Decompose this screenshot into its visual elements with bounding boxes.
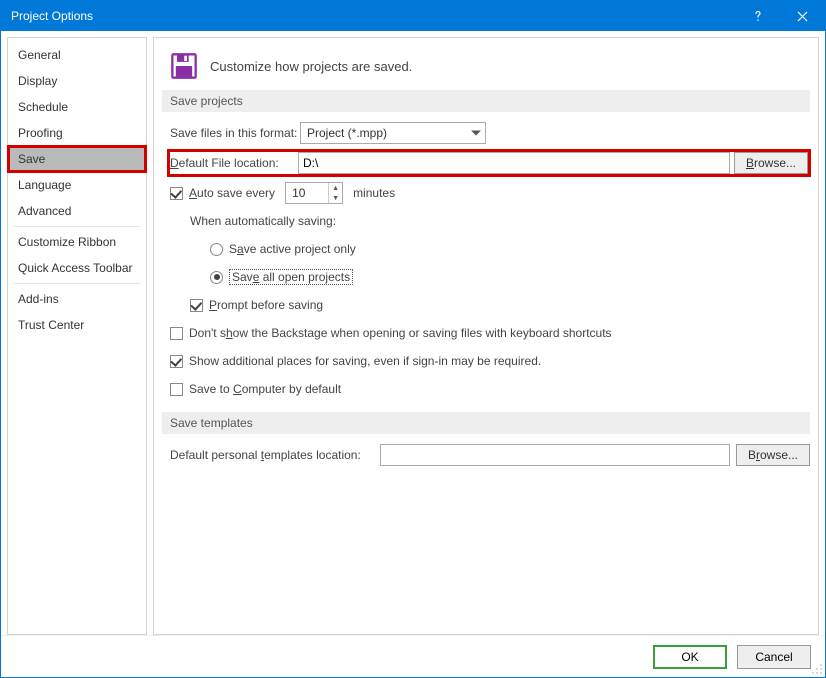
sidebar-item-display[interactable]: Display — [8, 68, 146, 94]
save-format-value: Project (*.mpp) — [307, 126, 387, 140]
save-format-label: Save files in this format: — [170, 126, 300, 140]
save-to-computer-label: Save to Computer by default — [189, 382, 341, 396]
show-additional-places-checkbox[interactable] — [170, 355, 183, 368]
default-file-location-row: Default File location: Browse... — [168, 150, 810, 176]
save-format-combo[interactable]: Project (*.mpp) — [300, 122, 486, 144]
sidebar-item-quick-access-toolbar[interactable]: Quick Access Toolbar — [8, 255, 146, 281]
cancel-button[interactable]: Cancel — [737, 645, 811, 669]
save-projects-form: Save files in this format: Project (*.mp… — [162, 122, 810, 400]
templates-location-label: Default personal templates location: — [170, 448, 380, 462]
dont-show-backstage-checkbox[interactable] — [170, 327, 183, 340]
save-active-project-label: Save active project only — [229, 242, 356, 256]
main-panel: Customize how projects are saved. Save p… — [153, 37, 819, 635]
footer: OK Cancel — [1, 635, 825, 677]
prompt-before-saving-label: Prompt before saving — [209, 298, 323, 312]
resize-grip-icon[interactable] — [811, 663, 823, 675]
page-header: Customize how projects are saved. — [162, 48, 810, 90]
body: General Display Schedule Proofing Save L… — [1, 31, 825, 635]
autosave-interval-spinner[interactable]: 10 ▲▼ — [285, 182, 343, 204]
when-automatically-saving-label: When automatically saving: — [190, 214, 336, 228]
autosave-interval-value: 10 — [286, 186, 328, 200]
show-additional-places-label: Show additional places for saving, even … — [189, 354, 541, 368]
window-title: Project Options — [11, 9, 735, 23]
sidebar-item-language[interactable]: Language — [8, 172, 146, 198]
spinner-arrows[interactable]: ▲▼ — [328, 183, 342, 203]
sidebar-item-advanced[interactable]: Advanced — [8, 198, 146, 224]
sidebar-item-general[interactable]: General — [8, 42, 146, 68]
page-subtitle: Customize how projects are saved. — [210, 59, 412, 74]
autosave-checkbox[interactable] — [170, 187, 183, 200]
minutes-label: minutes — [353, 186, 395, 200]
section-save-templates: Save templates — [162, 412, 810, 434]
browse-templates-button[interactable]: Browse... — [736, 444, 810, 466]
sidebar-item-customize-ribbon[interactable]: Customize Ribbon — [8, 229, 146, 255]
sidebar: General Display Schedule Proofing Save L… — [7, 37, 147, 635]
sidebar-separator — [14, 283, 140, 284]
sidebar-item-save[interactable]: Save — [8, 146, 146, 172]
save-disk-icon — [170, 52, 198, 80]
save-to-computer-checkbox[interactable] — [170, 383, 183, 396]
autosave-label: Auto save every — [189, 186, 275, 200]
help-button[interactable] — [735, 1, 780, 31]
templates-location-input[interactable] — [380, 444, 730, 466]
close-button[interactable] — [780, 1, 825, 31]
sidebar-item-trust-center[interactable]: Trust Center — [8, 312, 146, 338]
dont-show-backstage-label: Don't show the Backstage when opening or… — [189, 326, 612, 340]
save-active-project-radio[interactable] — [210, 243, 223, 256]
default-file-location-label: Default File location: — [170, 156, 298, 170]
titlebar: Project Options — [1, 1, 825, 31]
save-all-open-projects-radio[interactable] — [210, 271, 223, 284]
sidebar-item-proofing[interactable]: Proofing — [8, 120, 146, 146]
prompt-before-saving-checkbox[interactable] — [190, 299, 203, 312]
section-save-projects: Save projects — [162, 90, 810, 112]
ok-button[interactable]: OK — [653, 645, 727, 669]
browse-default-location-button[interactable]: Browse... — [734, 152, 808, 174]
chevron-down-icon — [471, 131, 481, 136]
default-file-location-input[interactable] — [298, 152, 730, 174]
sidebar-item-add-ins[interactable]: Add-ins — [8, 286, 146, 312]
save-all-open-projects-label: Save all open projects — [229, 269, 353, 285]
sidebar-separator — [14, 226, 140, 227]
project-options-window: Project Options General Display Schedule… — [0, 0, 826, 678]
sidebar-item-schedule[interactable]: Schedule — [8, 94, 146, 120]
save-templates-form: Default personal templates location: Bro… — [162, 444, 810, 466]
